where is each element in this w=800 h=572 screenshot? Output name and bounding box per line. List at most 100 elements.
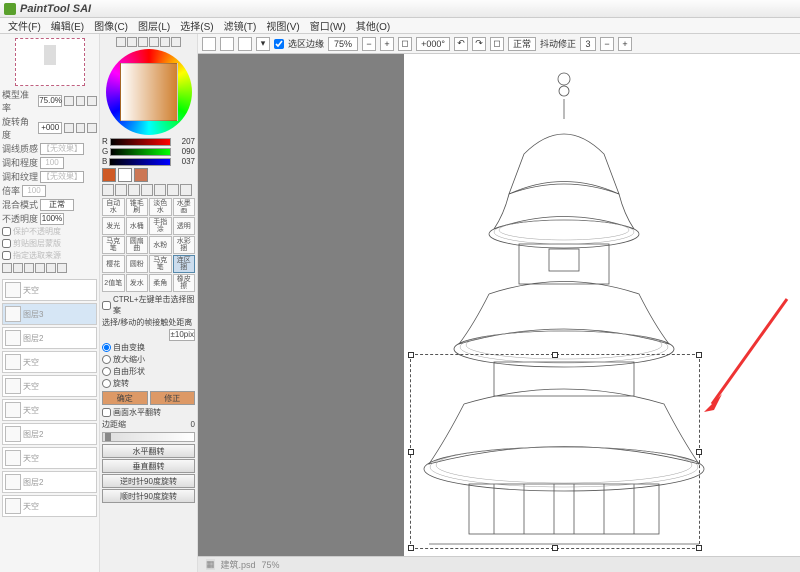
angle-field[interactable]: +000° — [416, 37, 450, 51]
protect-alpha-checkbox[interactable] — [2, 227, 11, 236]
transform-handle[interactable] — [408, 352, 414, 358]
toolbar-button[interactable]: ▾ — [256, 37, 270, 51]
angle-dec-button[interactable] — [64, 123, 74, 133]
brush-tool[interactable]: 圆扇曲 — [126, 236, 149, 254]
rotate-ccw-icon[interactable]: ↶ — [454, 37, 468, 51]
zoom-fit-button[interactable]: ◻ — [398, 37, 412, 51]
layer-mask-button[interactable] — [24, 263, 34, 273]
g-slider[interactable] — [110, 148, 171, 156]
mode-field[interactable]: 正常 — [508, 37, 536, 51]
color-mode-button[interactable] — [138, 37, 148, 47]
zoom-in-button[interactable] — [76, 96, 86, 106]
opacity-value[interactable]: 100% — [40, 213, 64, 225]
layer-item[interactable]: 图层3 — [2, 303, 97, 325]
flip-v-button[interactable]: 垂直翻转 — [102, 459, 195, 473]
r-slider[interactable] — [110, 138, 171, 146]
layer-delete-button[interactable] — [35, 263, 45, 273]
menu-window[interactable]: 窗口(W) — [306, 18, 350, 33]
menu-layer[interactable]: 图层(L) — [134, 18, 174, 33]
blend-tex-value[interactable]: 【无效果】 — [40, 171, 84, 183]
brush-tool[interactable]: 柔角 — [149, 274, 172, 292]
menu-image[interactable]: 图像(C) — [90, 18, 132, 33]
brush-tool[interactable]: 橡皮擦 — [173, 274, 196, 292]
layer-item[interactable]: 图层2 — [2, 327, 97, 349]
tab-icon[interactable]: ▦ — [206, 559, 215, 570]
brush-tool[interactable]: 圆粉 — [126, 255, 149, 273]
layer-new-button[interactable] — [2, 263, 12, 273]
transform-handle[interactable] — [408, 449, 414, 455]
brush-tool[interactable]: 水墨画 — [173, 198, 196, 216]
ok-button[interactable]: 确定 — [102, 391, 148, 405]
rotate-radio[interactable] — [102, 379, 111, 388]
color-mode-button[interactable] — [149, 37, 159, 47]
toolbar-button[interactable] — [202, 37, 216, 51]
menu-other[interactable]: 其他(O) — [352, 18, 394, 33]
menu-select[interactable]: 选择(S) — [176, 18, 217, 33]
menu-view[interactable]: 视图(V) — [262, 18, 303, 33]
rotate-ccw-button[interactable]: 逆时针90度旋转 — [102, 474, 195, 488]
zoom-in-button[interactable]: + — [380, 37, 394, 51]
brush-tool[interactable]: 发水 — [126, 274, 149, 292]
color-wheel[interactable] — [106, 49, 192, 135]
jitter-dec-button[interactable]: − — [600, 37, 614, 51]
toolbar-button[interactable] — [220, 37, 234, 51]
scale-radio[interactable] — [102, 355, 111, 364]
margin-slider[interactable] — [102, 432, 195, 442]
fg-swatch[interactable] — [102, 168, 116, 182]
lasso-icon[interactable] — [115, 184, 127, 196]
color-mode-button[interactable] — [160, 37, 170, 47]
brush-tool[interactable]: 发光 — [102, 217, 125, 235]
menu-filter[interactable]: 滤镜(T) — [220, 18, 261, 33]
zoom-reset-button[interactable] — [87, 96, 97, 106]
angle-value[interactable]: +000 — [38, 122, 62, 134]
rotate-reset-button[interactable]: ◻ — [490, 37, 504, 51]
move-icon[interactable] — [141, 184, 153, 196]
zoom-out-button[interactable] — [64, 96, 74, 106]
brush-tool[interactable]: 手指涂 — [149, 217, 172, 235]
zoom-out-button[interactable]: − — [362, 37, 376, 51]
clip-mask-checkbox[interactable] — [2, 239, 11, 248]
rotate-cw-icon[interactable]: ↷ — [472, 37, 486, 51]
transform-handle[interactable] — [408, 545, 414, 551]
transform-handle[interactable] — [552, 545, 558, 551]
transform-handle[interactable] — [696, 449, 702, 455]
jitter-inc-button[interactable]: + — [618, 37, 632, 51]
brush-tool[interactable]: 2值笔 — [102, 274, 125, 292]
angle-reset-button[interactable] — [87, 123, 97, 133]
color-mode-button[interactable] — [127, 37, 137, 47]
ctrl-click-checkbox[interactable] — [102, 301, 111, 310]
canvas[interactable] — [404, 54, 800, 556]
bg-swatch[interactable] — [118, 168, 132, 182]
selection-edge-checkbox[interactable] — [274, 39, 284, 49]
transform-handle[interactable] — [696, 545, 702, 551]
brush-tool[interactable]: 水桶 — [126, 217, 149, 235]
layer-item[interactable]: 图层2 — [2, 423, 97, 445]
angle-inc-button[interactable] — [76, 123, 86, 133]
zoom-icon[interactable] — [154, 184, 166, 196]
brush-tool[interactable]: 透明 — [173, 217, 196, 235]
transform-handle[interactable] — [552, 352, 558, 358]
brush-tool[interactable]: 锥毛刷 — [126, 198, 149, 216]
distort-radio[interactable] — [102, 367, 111, 376]
brush-tool[interactable]: 马克笔 — [149, 255, 172, 273]
brush-tool[interactable]: 水彩捆 — [173, 236, 196, 254]
layer-item[interactable]: 天空 — [2, 351, 97, 373]
brush-tool[interactable]: 水粉 — [149, 236, 172, 254]
toolbar-button[interactable] — [238, 37, 252, 51]
blend-mode-value[interactable]: 正常 — [40, 199, 74, 211]
menu-file[interactable]: 文件(F) — [4, 18, 45, 33]
picker-icon[interactable] — [180, 184, 192, 196]
menu-edit[interactable]: 编辑(E) — [47, 18, 88, 33]
navigator-preview[interactable] — [15, 38, 85, 86]
free-transform-radio[interactable] — [102, 343, 111, 352]
layer-item[interactable]: 天空 — [2, 375, 97, 397]
layer-item[interactable]: 天空 — [2, 399, 97, 421]
brush-tool[interactable]: 淡色水 — [149, 198, 172, 216]
hand-icon[interactable] — [167, 184, 179, 196]
layer-item[interactable]: 图层2 — [2, 471, 97, 493]
layer-item[interactable]: 天空 — [2, 495, 97, 517]
layer-item[interactable]: 天空 — [2, 447, 97, 469]
blend-amt-value[interactable]: 100 — [40, 157, 64, 169]
brush-tool[interactable]: 自动水 — [102, 198, 125, 216]
selection-src-checkbox[interactable] — [2, 251, 11, 260]
